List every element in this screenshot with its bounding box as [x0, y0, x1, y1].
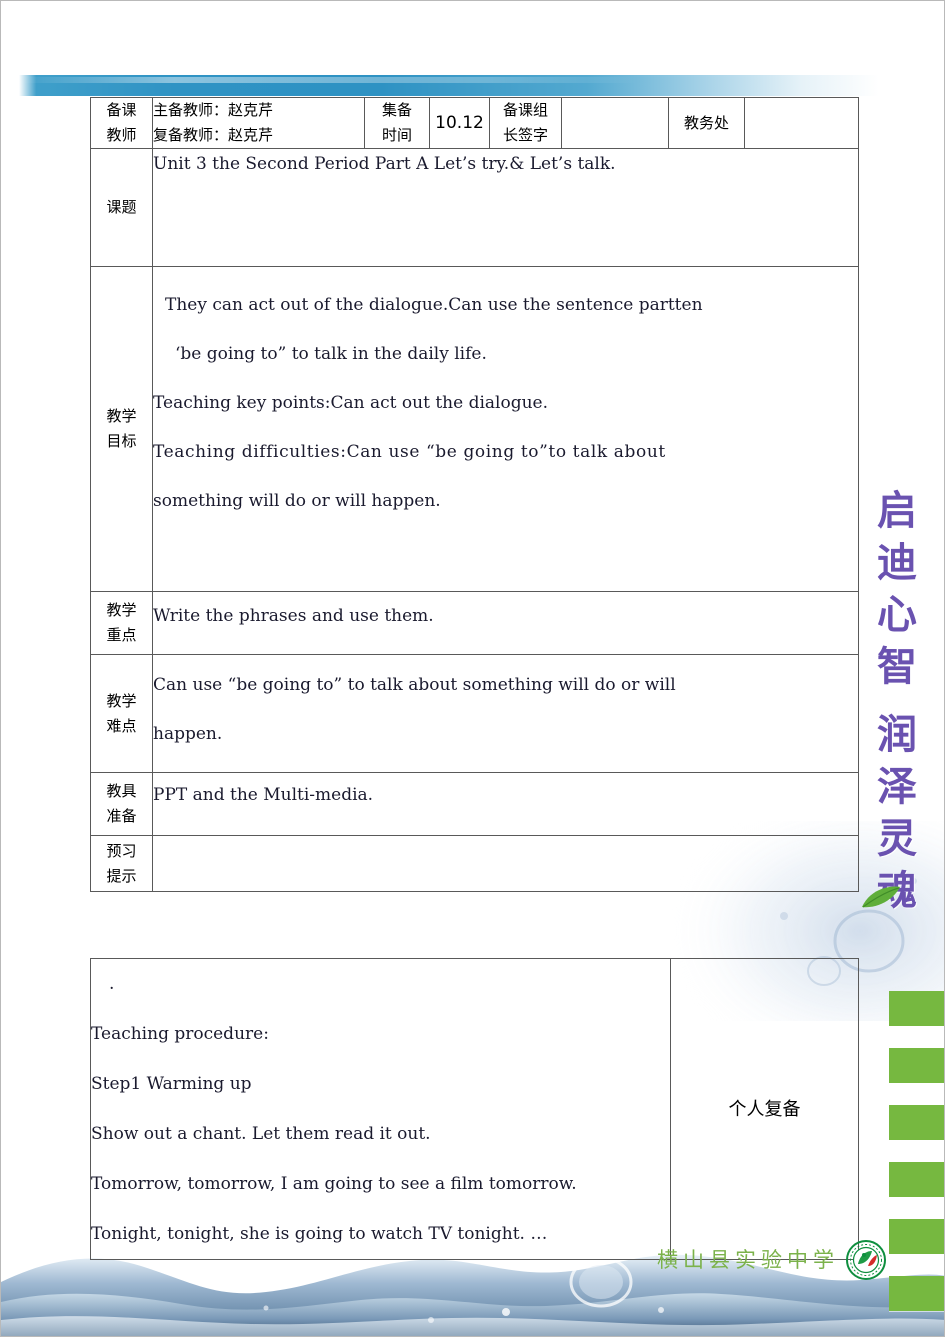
topic-text: Unit 3 the Second Period Part A Let’s tr… [153, 154, 616, 174]
table-row-preview: 预习 提示 [90, 835, 859, 892]
school-logo-icon [846, 1240, 886, 1280]
prep-teacher-label-line1: 备课 [106, 101, 137, 119]
key-points-text: Write the phrases and use them. [153, 606, 434, 626]
school-name: 横山县实验中学 [657, 1248, 839, 1272]
slogan-gap [858, 693, 936, 709]
table-row-topic: 课题 Unit 3 the Second Period Part A Let’s… [90, 148, 859, 267]
cell-group-leader-label: 备课组 长签字 [489, 97, 562, 149]
slogan-watermark: 启 迪 心 智 润 泽 灵 魂 [858, 485, 936, 917]
green-block [889, 1219, 944, 1254]
procedure-line-6: Tonight, tonight, she is going to watch … [91, 1224, 548, 1244]
objectives-line-1: They can act out of the dialogue.Can use… [165, 295, 703, 315]
procedure-line-5: Tomorrow, tomorrow, I am going to see a … [91, 1174, 577, 1194]
cell-key-points-label: 教学 重点 [90, 591, 153, 655]
teaching-procedure-table: . Teaching procedure: Step1 Warming up S… [90, 958, 859, 1260]
table-row-header-info: 备课 教师 主备教师：赵克芹 复备教师：赵克芹 集备 时间 10.12 备课组 … [90, 97, 859, 149]
cell-prep-time-label: 集备 时间 [364, 97, 430, 149]
preview-label-line2: 提示 [106, 866, 137, 885]
cell-key-points-value: Write the phrases and use them. [152, 591, 859, 655]
cell-teacher-names: 主备教师：赵克芹 复备教师：赵克芹 [152, 97, 365, 149]
cell-materials-label: 教具 准备 [90, 772, 153, 836]
top-decorative-bar-sheen [19, 77, 639, 83]
preview-label-line1: 预习 [106, 841, 137, 860]
difficulties-label-line2: 难点 [106, 716, 137, 735]
cell-academic-office-value[interactable] [744, 97, 859, 149]
slogan-char-8: 魂 [877, 867, 917, 914]
table-row-key-points: 教学 重点 Write the phrases and use them. [90, 591, 859, 655]
green-block [889, 1048, 944, 1083]
difficulties-line-2: happen. [153, 724, 223, 744]
group-leader-label-line1: 备课组 [502, 101, 548, 119]
cell-personal-revision-label: 个人复备 [670, 958, 859, 1260]
objectives-label-line1: 教学 [106, 407, 137, 425]
cell-preview-label: 预习 提示 [90, 835, 153, 892]
key-points-label-line2: 重点 [106, 626, 137, 644]
table-row-procedure: . Teaching procedure: Step1 Warming up S… [90, 958, 859, 1260]
cell-materials-value: PPT and the Multi-media. [152, 772, 859, 836]
table-row-objectives: 教学 目标 They can act out of the dialogue.C… [90, 266, 859, 592]
cell-difficulties-label: 教学 难点 [90, 654, 153, 773]
leaf-icon [860, 885, 902, 911]
slogan-char-7: 灵 [877, 815, 917, 862]
slogan-char-5: 润 [877, 711, 917, 758]
cell-group-leader-signature[interactable] [561, 97, 669, 149]
sub-teacher-value: 复备教师：赵克芹 [153, 126, 274, 144]
objectives-line-3: Teaching key points:Can act out the dial… [153, 393, 548, 413]
cell-objectives-label: 教学 目标 [90, 266, 153, 592]
cell-topic-label: 课题 [90, 148, 153, 267]
objectives-line-4: Teaching difficulties:Can use “be going … [153, 442, 666, 462]
prep-time-label-line1: 集备 [381, 101, 412, 119]
objectives-line-5: something will do or will happen. [153, 491, 441, 511]
cell-prep-time-value: 10.12 [429, 97, 490, 149]
table-row-difficulties: 教学 难点 Can use “be going to” to talk abou… [90, 654, 859, 773]
procedure-line-1: . [109, 974, 115, 994]
procedure-line-2: Teaching procedure: [91, 1024, 269, 1044]
cell-preview-value[interactable] [152, 835, 859, 892]
objectives-label-line2: 目标 [106, 432, 137, 450]
difficulties-label-line1: 教学 [106, 691, 137, 710]
green-block-strip [889, 991, 944, 1333]
cell-difficulties-value: Can use “be going to” to talk about some… [152, 654, 859, 773]
procedure-line-3: Step1 Warming up [91, 1074, 252, 1094]
cell-academic-office-label: 教务处 [668, 97, 745, 149]
green-block [889, 1162, 944, 1197]
green-block [889, 1276, 944, 1311]
slogan-char-2: 迪 [877, 539, 917, 586]
prep-time-label-line2: 时间 [381, 126, 412, 144]
materials-label-line2: 准备 [106, 807, 137, 825]
green-block [889, 1105, 944, 1140]
document-page: 启 迪 心 智 润 泽 灵 魂 备课 教师 主备教师：赵克芹 复备教师：赵克芹 … [0, 0, 945, 1337]
key-points-label-line1: 教学 [106, 601, 137, 619]
main-teacher-value: 主备教师：赵克芹 [153, 101, 274, 119]
procedure-line-4: Show out a chant. Let them read it out. [91, 1124, 431, 1144]
green-block [889, 991, 944, 1026]
group-leader-label-line2: 长签字 [502, 126, 548, 144]
objectives-line-2: ‘be going to” to talk in the daily life. [175, 344, 487, 364]
difficulties-line-1: Can use “be going to” to talk about some… [153, 675, 676, 695]
cell-procedure-content: . Teaching procedure: Step1 Warming up S… [90, 958, 671, 1260]
cell-topic-value: Unit 3 the Second Period Part A Let’s tr… [152, 148, 859, 267]
slogan-char-6: 泽 [877, 763, 917, 810]
lesson-plan-table: 备课 教师 主备教师：赵克芹 复备教师：赵克芹 集备 时间 10.12 备课组 … [90, 97, 859, 892]
cell-objectives-value: They can act out of the dialogue.Can use… [152, 266, 859, 592]
materials-label-line1: 教具 [106, 782, 137, 800]
prep-teacher-label-line2: 教师 [106, 126, 137, 144]
cell-prep-teacher-label: 备课 教师 [90, 97, 153, 149]
slogan-char-4: 智 [877, 643, 917, 690]
slogan-char-1: 启 [877, 487, 917, 534]
materials-text: PPT and the Multi-media. [153, 785, 374, 805]
slogan-char-3: 心 [877, 591, 917, 638]
table-row-materials: 教具 准备 PPT and the Multi-media. [90, 772, 859, 836]
